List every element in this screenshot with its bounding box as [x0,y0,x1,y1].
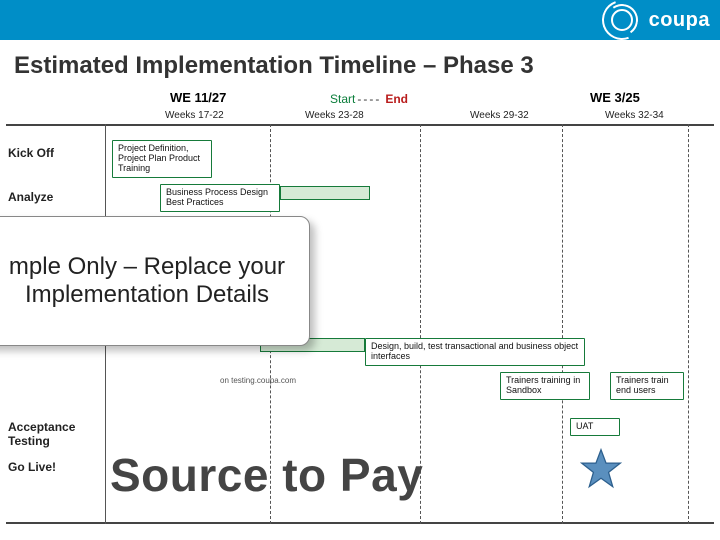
header-rule [6,124,714,126]
task-trainers-endusers: Trainers train end users [610,372,684,400]
row-golive: Go Live! [8,460,100,474]
top-bar: coupa [0,0,720,40]
weeks-bucket-4: Weeks 32-34 [605,110,664,121]
row-analyze: Analyze [8,190,100,204]
week-ending-2: WE 3/25 [590,90,640,105]
task-business-process-design: Business Process Design Best Practices [160,184,280,212]
lane-divider-5 [688,124,689,524]
start-label: Start [330,92,355,106]
row-kickoff: Kick Off [8,146,100,160]
end-label: End [383,92,408,106]
footer-rule [6,522,714,524]
sample-overlay: mple Only – Replace your Implementation … [0,216,310,346]
task-trainers-sandbox: Trainers training in Sandbox [500,372,590,400]
brand-text: coupa [637,9,710,32]
bar-business-process-design [280,186,370,200]
page-title: Estimated Implementation Timeline – Phas… [0,40,720,88]
row-acceptance: Acceptance Testing [8,420,100,448]
go-live-star-icon [580,448,622,490]
task-uat: UAT [570,418,620,436]
task-project-definition: Project Definition, Project Plan Product… [112,140,212,178]
week-ending-1: WE 11/27 [170,90,226,105]
lane-divider-4 [562,124,563,524]
weeks-bucket-1: Weeks 17-22 [165,110,224,121]
source-to-pay-banner: Source to Pay [110,448,423,502]
weeks-bucket-3: Weeks 29-32 [470,110,529,121]
task-design-build-test: Design, build, test transactional and bu… [365,338,585,366]
brand-mark: coupa [611,0,710,40]
weeks-bucket-2: Weeks 23-28 [305,110,364,121]
logo-spinner-icon [611,9,633,31]
mini-caption: on testing.coupa.com [220,376,296,385]
legend-dash: ---- [355,92,383,106]
timeline-chart: WE 11/27 WE 3/25 Start----End Weeks 17-2… [0,88,720,528]
start-end-legend: Start----End [330,92,408,106]
